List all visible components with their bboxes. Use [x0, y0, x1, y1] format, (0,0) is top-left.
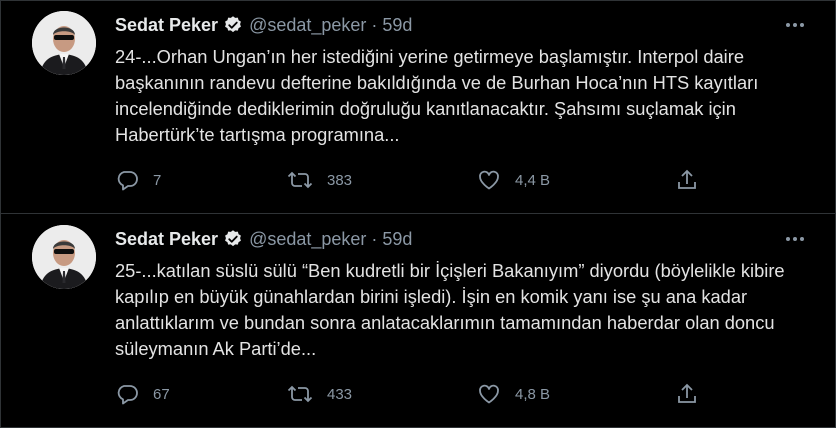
retweet-button[interactable]: 433: [287, 381, 352, 407]
separator-dot: ·: [371, 14, 378, 35]
more-icon[interactable]: [784, 14, 806, 36]
share-button[interactable]: [675, 167, 699, 193]
tweet-time[interactable]: 59d: [382, 15, 412, 36]
tweet[interactable]: Sedat Peker @sedat_peker · 59d 24-...Orh…: [0, 0, 836, 214]
like-button[interactable]: 4,8 B: [477, 381, 550, 407]
more-icon[interactable]: [784, 228, 806, 250]
reply-button[interactable]: 67: [115, 381, 170, 407]
like-button[interactable]: 4,4 B: [477, 167, 550, 193]
share-icon: [675, 382, 699, 406]
author-handle[interactable]: @sedat_peker: [249, 229, 366, 250]
reply-count: 67: [153, 385, 170, 403]
tweet-time[interactable]: 59d: [382, 229, 412, 250]
share-icon: [675, 168, 699, 192]
tweet-header: Sedat Peker @sedat_peker · 59d: [115, 14, 412, 36]
tweet[interactable]: Sedat Peker @sedat_peker · 59d 25-...kat…: [0, 214, 836, 428]
retweet-count: 383: [327, 171, 353, 189]
avatar[interactable]: [32, 11, 96, 75]
heart-icon: [477, 382, 501, 406]
like-count: 4,4 B: [515, 171, 551, 189]
verified-badge-icon: [223, 15, 243, 35]
heart-icon: [477, 168, 501, 192]
reply-count: 7: [153, 171, 162, 189]
author-name[interactable]: Sedat Peker: [115, 15, 218, 36]
retweet-icon: [287, 382, 313, 406]
tweet-text: 25-...katılan süslü sülü “Ben kudretli b…: [115, 260, 785, 359]
tweet-header: Sedat Peker @sedat_peker · 59d: [115, 228, 412, 250]
tweet-text: 24-...Orhan Ungan’ın her istediğini yeri…: [115, 46, 759, 145]
like-count: 4,8 B: [515, 385, 551, 403]
retweet-button[interactable]: 383: [287, 167, 352, 193]
reply-icon: [115, 168, 139, 192]
verified-badge-icon: [223, 229, 243, 249]
share-button[interactable]: [675, 381, 699, 407]
reply-button[interactable]: 7: [115, 167, 161, 193]
avatar[interactable]: [32, 225, 96, 289]
author-handle[interactable]: @sedat_peker: [249, 15, 366, 36]
tweet-actions: 7 383 4,4 B: [115, 167, 715, 193]
retweet-icon: [287, 168, 313, 192]
retweet-count: 433: [327, 385, 353, 403]
reply-icon: [115, 382, 139, 406]
author-name[interactable]: Sedat Peker: [115, 229, 218, 250]
tweet-actions: 67 433 4,8 B: [115, 381, 715, 407]
separator-dot: ·: [371, 228, 378, 249]
